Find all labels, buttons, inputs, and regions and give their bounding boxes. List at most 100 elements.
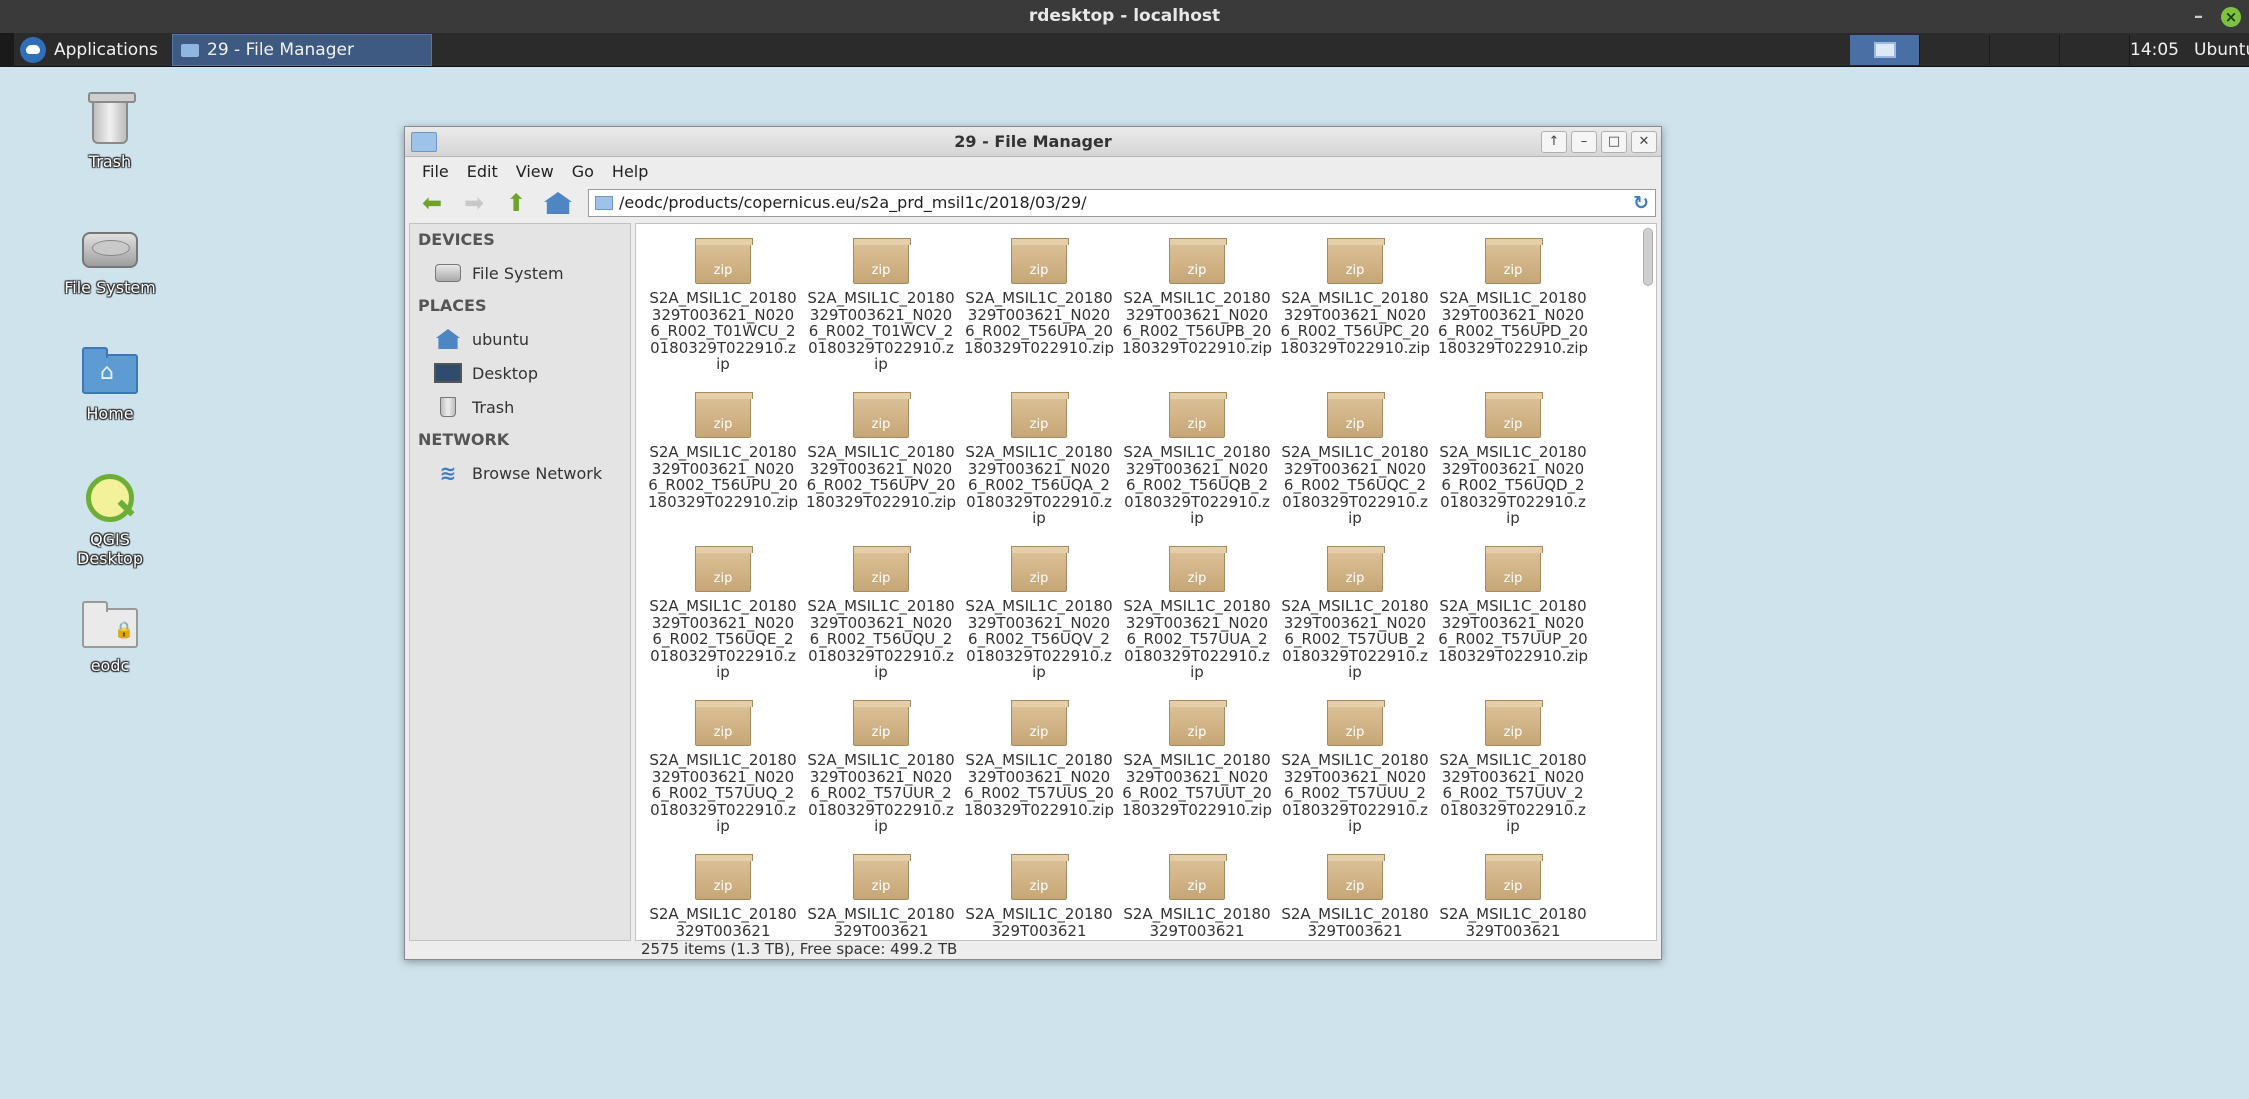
file-item[interactable]: S2A_MSIL1C_20180329T003621_N0206_R002_T5…	[1434, 538, 1592, 692]
sidebar-item-file-system[interactable]: File System	[410, 256, 630, 290]
home-button[interactable]	[541, 188, 575, 218]
menu-go[interactable]: Go	[563, 162, 603, 181]
file-name: S2A_MSIL1C_20180329T003621_N0206_R002_T0…	[649, 289, 797, 373]
file-item[interactable]: S2A_MSIL1C_20180329T003621	[1276, 846, 1434, 940]
zip-archive-icon	[1169, 700, 1227, 746]
status-bar: 2575 items (1.3 TB), Free space: 499.2 T…	[641, 940, 958, 958]
file-item[interactable]: S2A_MSIL1C_20180329T003621_N0206_R002_T5…	[1118, 384, 1276, 538]
file-item[interactable]: S2A_MSIL1C_20180329T003621_N0206_R002_T5…	[1118, 538, 1276, 692]
location-bar[interactable]: /eodc/products/copernicus.eu/s2a_prd_msi…	[588, 189, 1656, 217]
desktop-icon-home[interactable]: Home	[55, 344, 165, 423]
file-item[interactable]: S2A_MSIL1C_20180329T003621_N0206_R002_T5…	[644, 538, 802, 692]
taskbar-item-file-manager[interactable]: 29 - File Manager	[172, 34, 432, 66]
keep-above-button[interactable]: ↑	[1541, 131, 1567, 153]
zip-archive-icon	[1485, 854, 1543, 900]
locked-folder-icon	[82, 601, 138, 648]
file-item[interactable]: S2A_MSIL1C_20180329T003621_N0206_R002_T5…	[1434, 384, 1592, 538]
file-item[interactable]: S2A_MSIL1C_20180329T003621_N0206_R002_T5…	[1434, 230, 1592, 384]
vertical-scrollbar[interactable]	[1642, 226, 1654, 938]
file-item[interactable]: S2A_MSIL1C_20180329T003621_N0206_R002_T5…	[802, 538, 960, 692]
file-item[interactable]: S2A_MSIL1C_20180329T003621	[1434, 846, 1592, 940]
file-item[interactable]: S2A_MSIL1C_20180329T003621_N0206_R002_T5…	[1276, 692, 1434, 846]
file-item[interactable]: S2A_MSIL1C_20180329T003621_N0206_R002_T5…	[802, 384, 960, 538]
workspace-4[interactable]	[2060, 35, 2130, 65]
file-item[interactable]: S2A_MSIL1C_20180329T003621_N0206_R002_T5…	[960, 230, 1118, 384]
file-item[interactable]: S2A_MSIL1C_20180329T003621_N0206_R002_T0…	[644, 230, 802, 384]
qgis-icon	[86, 474, 134, 522]
file-item[interactable]: S2A_MSIL1C_20180329T003621_N0206_R002_T5…	[1276, 230, 1434, 384]
desktop-icon-file-system[interactable]: File System	[55, 218, 165, 297]
file-item[interactable]: S2A_MSIL1C_20180329T003621_N0206_R002_T5…	[644, 384, 802, 538]
desktop-icon-label: Trash	[88, 152, 132, 171]
file-item[interactable]: S2A_MSIL1C_20180329T003621_N0206_R002_T5…	[1118, 692, 1276, 846]
close-button[interactable]: ×	[2221, 6, 2241, 27]
file-name: S2A_MSIL1C_20180329T003621_N0206_R002_T5…	[965, 597, 1113, 681]
up-arrow-icon[interactable]: ⬆	[499, 188, 533, 218]
user-menu[interactable]: Ubuntu	[2194, 33, 2249, 67]
file-name: S2A_MSIL1C_20180329T003621_N0206_R002_T5…	[1438, 289, 1589, 357]
workspace-1[interactable]	[1850, 35, 1920, 65]
workspace-2[interactable]	[1920, 35, 1990, 65]
file-item[interactable]: S2A_MSIL1C_20180329T003621_N0206_R002_T5…	[644, 692, 802, 846]
zip-archive-icon	[1327, 854, 1385, 900]
file-item[interactable]: S2A_MSIL1C_20180329T003621_N0206_R002_T5…	[1276, 384, 1434, 538]
trash-icon	[440, 397, 456, 417]
menu-view[interactable]: View	[507, 162, 563, 181]
file-name: S2A_MSIL1C_20180329T003621_N0206_R002_T5…	[648, 443, 799, 511]
file-item[interactable]: S2A_MSIL1C_20180329T003621_N0206_R002_T0…	[802, 230, 960, 384]
minimize-button[interactable]: –	[2194, 0, 2203, 33]
zip-archive-icon	[853, 854, 911, 900]
menu-help[interactable]: Help	[603, 162, 657, 181]
file-name: S2A_MSIL1C_20180329T003621	[1281, 905, 1429, 940]
zip-archive-icon	[1169, 238, 1227, 284]
file-name: S2A_MSIL1C_20180329T003621_N0206_R002_T5…	[964, 751, 1115, 819]
rdesktop-title: rdesktop - localhost	[1028, 6, 1221, 26]
sidebar-item-ubuntu[interactable]: ubuntu	[410, 322, 630, 356]
zip-archive-icon	[1327, 238, 1385, 284]
scrollbar-thumb[interactable]	[1643, 228, 1653, 286]
folder-icon	[595, 196, 613, 210]
file-item[interactable]: S2A_MSIL1C_20180329T003621_N0206_R002_T5…	[960, 538, 1118, 692]
file-item[interactable]: S2A_MSIL1C_20180329T003621_N0206_R002_T5…	[802, 692, 960, 846]
file-item[interactable]: S2A_MSIL1C_20180329T003621	[960, 846, 1118, 940]
file-item[interactable]: S2A_MSIL1C_20180329T003621	[644, 846, 802, 940]
file-item[interactable]: S2A_MSIL1C_20180329T003621_N0206_R002_T5…	[1118, 230, 1276, 384]
file-name: S2A_MSIL1C_20180329T003621_N0206_R002_T5…	[1123, 597, 1271, 681]
home-icon	[436, 329, 460, 349]
file-name: S2A_MSIL1C_20180329T003621_N0206_R002_T5…	[1438, 597, 1589, 665]
network-icon: ≋	[439, 461, 457, 485]
taskbar-item-label: 29 - File Manager	[207, 40, 354, 60]
desktop-icon	[434, 363, 462, 383]
desktop-icon-label: Home	[86, 404, 134, 423]
window-titlebar[interactable]: 29 - File Manager ↑ – □ ✕	[405, 127, 1661, 157]
maximize-window-button[interactable]: □	[1601, 131, 1627, 153]
clock[interactable]: 14:05	[2130, 33, 2179, 67]
zip-archive-icon	[853, 238, 911, 284]
file-item[interactable]: S2A_MSIL1C_20180329T003621_N0206_R002_T5…	[1276, 538, 1434, 692]
desktop-icon-qgis[interactable]: QGIS Desktop	[55, 470, 165, 568]
reload-icon[interactable]: ↻	[1633, 190, 1649, 216]
file-name: S2A_MSIL1C_20180329T003621_N0206_R002_T5…	[1439, 751, 1587, 835]
workspace-3[interactable]	[1990, 35, 2060, 65]
forward-arrow-icon[interactable]: ➡	[457, 188, 491, 218]
sidebar-item-trash[interactable]: Trash	[410, 390, 630, 424]
minimize-window-button[interactable]: –	[1571, 131, 1597, 153]
applications-menu-button[interactable]: Applications	[20, 35, 158, 65]
file-name: S2A_MSIL1C_20180329T003621_N0206_R002_T5…	[1281, 751, 1429, 835]
file-name: S2A_MSIL1C_20180329T003621	[1123, 905, 1271, 940]
file-item[interactable]: S2A_MSIL1C_20180329T003621_N0206_R002_T5…	[960, 384, 1118, 538]
file-name: S2A_MSIL1C_20180329T003621_N0206_R002_T5…	[1122, 289, 1273, 357]
sidebar-item-desktop[interactable]: Desktop	[410, 356, 630, 390]
zip-archive-icon	[1169, 546, 1227, 592]
desktop-icon-trash[interactable]: Trash	[55, 92, 165, 171]
file-item[interactable]: S2A_MSIL1C_20180329T003621_N0206_R002_T5…	[960, 692, 1118, 846]
file-item[interactable]: S2A_MSIL1C_20180329T003621_N0206_R002_T5…	[1434, 692, 1592, 846]
back-arrow-icon[interactable]: ⬅	[415, 188, 449, 218]
file-item[interactable]: S2A_MSIL1C_20180329T003621	[1118, 846, 1276, 940]
menu-edit[interactable]: Edit	[458, 162, 507, 181]
sidebar-item-browse-network[interactable]: ≋ Browse Network	[410, 456, 630, 490]
desktop-icon-eodc[interactable]: eodc	[55, 596, 165, 675]
menu-file[interactable]: File	[413, 162, 458, 181]
file-item[interactable]: S2A_MSIL1C_20180329T003621	[802, 846, 960, 940]
close-window-button[interactable]: ✕	[1631, 131, 1657, 153]
